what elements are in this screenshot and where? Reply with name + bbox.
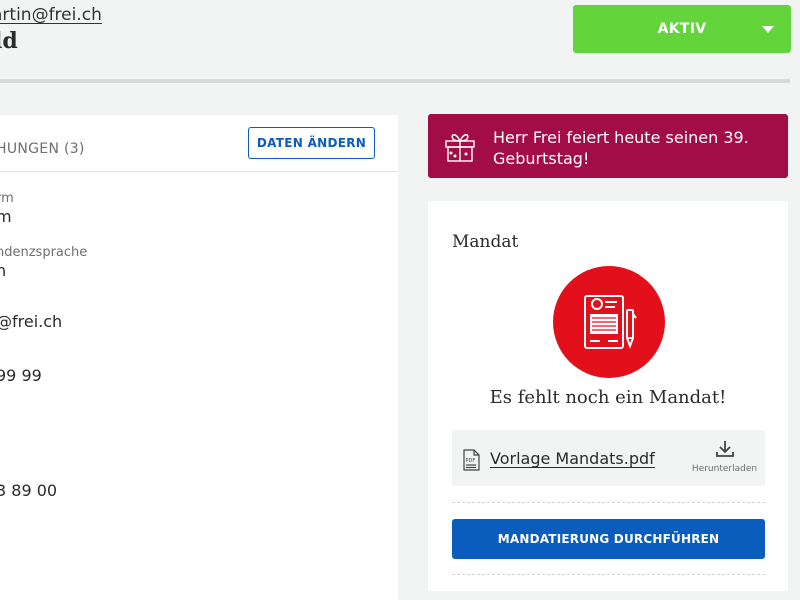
status-label: AKTIV — [657, 21, 707, 37]
download-icon — [715, 441, 734, 457]
field-value: h — [0, 261, 7, 280]
card-divider — [0, 171, 398, 172]
download-button[interactable]: Herunterladen — [687, 440, 762, 474]
chevron-down-icon — [762, 26, 774, 33]
missing-mandate-message: Es fehlt noch ein Mandat! — [489, 387, 727, 408]
file-row: PDF Vorlage Mandats.pdf Herunterladen — [452, 430, 765, 486]
field-value: 99 99 — [0, 366, 42, 385]
status-dropdown[interactable]: AKTIV — [573, 5, 791, 53]
svg-text:PDF: PDF — [466, 458, 476, 464]
perform-mandate-button[interactable]: MANDATIERUNG DURCHFÜHREN — [452, 519, 765, 559]
client-email-link[interactable]: artin@frei.ch — [0, 5, 102, 25]
mandate-title: Mandat — [452, 232, 519, 252]
field-email: @frei.ch — [0, 311, 62, 331]
mandate-template-link[interactable]: Vorlage Mandats.pdf — [490, 449, 655, 468]
field-language: ndenzsprache h — [0, 245, 87, 280]
field-value: m — [0, 207, 12, 226]
tab-label[interactable]: HUNGEN (3) — [0, 141, 85, 157]
mandate-card: Mandat Es fehlt noch ein Mandat! PDF Vor… — [428, 201, 788, 591]
birthday-message: Herr Frei feiert heute seinen 39. Geburt… — [493, 128, 749, 168]
download-label: Herunterladen — [691, 464, 758, 474]
birthday-banner: Herr Frei feiert heute seinen 39. Geburt… — [428, 114, 788, 178]
dashed-divider — [452, 502, 765, 503]
dashed-divider — [452, 574, 765, 575]
gift-icon — [445, 134, 475, 162]
field-label: rm — [0, 191, 14, 206]
pdf-file-icon: PDF — [463, 449, 480, 471]
field-phone: 99 99 — [0, 365, 42, 385]
field-value: 3 89 00 — [0, 481, 58, 500]
header-divider — [0, 79, 790, 83]
field-label: ndenzsprache — [0, 245, 88, 260]
mandate-illustration — [553, 266, 665, 378]
field-gender: rm m — [0, 191, 14, 226]
client-details-card: HUNGEN (3) DATEN ÄNDERN rm m ndenzsprach… — [0, 115, 398, 600]
edit-data-button[interactable]: DATEN ÄNDERN — [248, 127, 375, 159]
field-value: @frei.ch — [0, 312, 63, 331]
document-pen-icon — [584, 295, 637, 349]
client-name: ld — [0, 28, 18, 54]
field-mobile: 3 89 00 — [0, 480, 57, 500]
